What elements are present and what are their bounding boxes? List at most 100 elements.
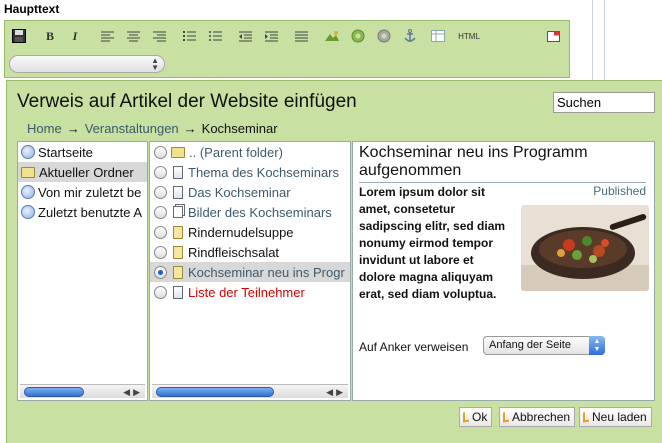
arrow-icon [463,411,469,423]
reload-button[interactable]: Neu laden [579,407,652,427]
anchor-select-value: Anfang der Seite [489,339,571,351]
maximize-icon[interactable] [545,27,561,45]
numbered-list-icon[interactable] [181,27,197,45]
list-item[interactable]: Aktueller Ordner [18,162,147,182]
radio-button[interactable] [154,165,167,179]
horizontal-scrollbar[interactable]: ◀▶ [152,384,348,398]
history-icon [21,185,35,199]
radio-button[interactable] [154,285,167,299]
unlink-icon[interactable] [375,27,393,45]
search-input[interactable] [553,92,655,113]
list-item-label: Thema des Kochseminars [188,164,340,180]
list-item-label: Aktueller Ordner [39,164,134,180]
radio-button[interactable] [154,185,167,199]
breadcrumb-veranstaltungen[interactable]: Veranstaltungen [85,121,179,136]
breadcrumb-separator: → [66,121,80,136]
page-icon [173,185,183,199]
note-icon [173,225,183,239]
note-icon [173,265,183,279]
bullet-list-icon[interactable] [207,27,223,45]
preview-title: Kochseminar neu ins Programm aufgenommen [359,144,646,183]
list-item[interactable]: Zuletzt benutzte A [18,202,147,222]
radio-button[interactable] [154,205,167,219]
folder-icon [171,146,185,158]
list-item[interactable]: Das Kochseminar [150,182,350,202]
folder-icon [21,166,35,178]
outdent-icon[interactable] [237,27,253,45]
scrollbar-thumb[interactable] [24,387,84,397]
justify-icon[interactable] [293,27,309,45]
insert-image-icon[interactable] [323,27,341,45]
list-item-label: Bilder des Kochseminars [188,204,332,220]
radio-button[interactable] [154,145,167,159]
list-item-label: Liste der Teilnehmer [188,284,305,300]
article-list: .. (Parent folder) Thema des Kochseminar… [149,141,351,401]
list-item[interactable]: Startseite [18,142,147,162]
cancel-button-label: Abbrechen [512,410,571,424]
list-item[interactable]: Kochseminar neu ins Progr [150,262,350,282]
anchor-label: Auf Anker verweisen [359,340,469,354]
dialog-title: Verweis auf Artikel der Website einfügen [17,91,357,112]
format-select[interactable]: ▲ ▼ [9,55,165,73]
bold-button[interactable]: B [43,27,57,45]
ok-button-label: Ok [472,410,488,424]
scroll-arrows-icon[interactable]: ◀▶ [123,385,143,399]
list-item[interactable]: Thema des Kochseminars [150,162,350,182]
pages-icon [173,206,183,218]
list-item[interactable]: .. (Parent folder) [150,142,350,162]
align-left-icon[interactable] [99,27,115,45]
chevron-updown-icon: ▲ ▼ [589,336,605,355]
arrow-icon [583,411,589,423]
preview-text: Lorem ipsum dolor sit amet, consetetur s… [359,185,506,301]
breadcrumb-current: Kochseminar [201,121,278,136]
source-list: Startseite Aktueller Ordner Von mir zule… [17,141,148,401]
align-center-icon[interactable] [125,27,141,45]
breadcrumb-home[interactable]: Home [27,121,62,136]
reload-button-label: Neu laden [592,410,647,424]
note-icon [173,245,183,259]
horizontal-scrollbar[interactable]: ◀▶ [20,384,145,398]
arrow-icon [503,411,509,423]
breadcrumb-separator: → [183,121,197,136]
list-item-label: Rindfleischsalat [188,244,280,260]
globe-icon [21,145,35,159]
scrollbar-thumb[interactable] [156,387,274,397]
list-item-label: Startseite [38,144,93,160]
list-item[interactable]: Bilder des Kochseminars [150,202,350,222]
field-label: Haupttext [4,2,60,16]
list-item-label: Kochseminar neu ins Progr [188,264,345,280]
html-button[interactable]: HTML [455,27,483,45]
preview-pane: Kochseminar neu ins Programm aufgenommen… [352,141,655,401]
table-icon[interactable] [429,27,447,45]
page-icon [173,285,183,299]
radio-button[interactable] [154,225,167,239]
anchor-select[interactable]: Anfang der Seite ▲ ▼ [483,336,605,355]
list-item[interactable]: Rindernudelsuppe [150,222,350,242]
page-icon [173,165,183,179]
list-item-label: Das Kochseminar [188,184,291,200]
indent-icon[interactable] [263,27,279,45]
anchor-icon[interactable] [401,27,419,45]
chevron-updown-icon: ▲ ▼ [151,56,159,72]
link-dialog: Verweis auf Artikel der Website einfügen… [6,80,662,443]
editor-toolbar: B I HTML ▲ ▼ [4,20,570,78]
list-item[interactable]: Rindfleischsalat [150,242,350,262]
list-item-label: Rindernudelsuppe [188,224,294,240]
ok-button[interactable]: Ok [459,407,493,427]
list-item-label: .. (Parent folder) [189,144,283,160]
list-item[interactable]: Von mir zuletzt be [18,182,147,202]
breadcrumb: Home → Veranstaltungen → Kochseminar [27,121,278,136]
list-item-label: Zuletzt benutzte A [38,204,143,220]
radio-button[interactable] [154,265,167,279]
radio-button[interactable] [154,245,167,259]
article-image [521,205,649,291]
status-badge: Published [593,184,646,198]
save-icon[interactable] [11,27,27,45]
link-icon[interactable] [349,27,367,45]
align-right-icon[interactable] [151,27,167,45]
scroll-arrows-icon[interactable]: ◀▶ [326,385,346,399]
list-item-label: Von mir zuletzt be [38,184,142,200]
italic-button[interactable]: I [68,27,82,45]
cancel-button[interactable]: Abbrechen [499,407,576,427]
list-item[interactable]: Liste der Teilnehmer [150,282,350,302]
